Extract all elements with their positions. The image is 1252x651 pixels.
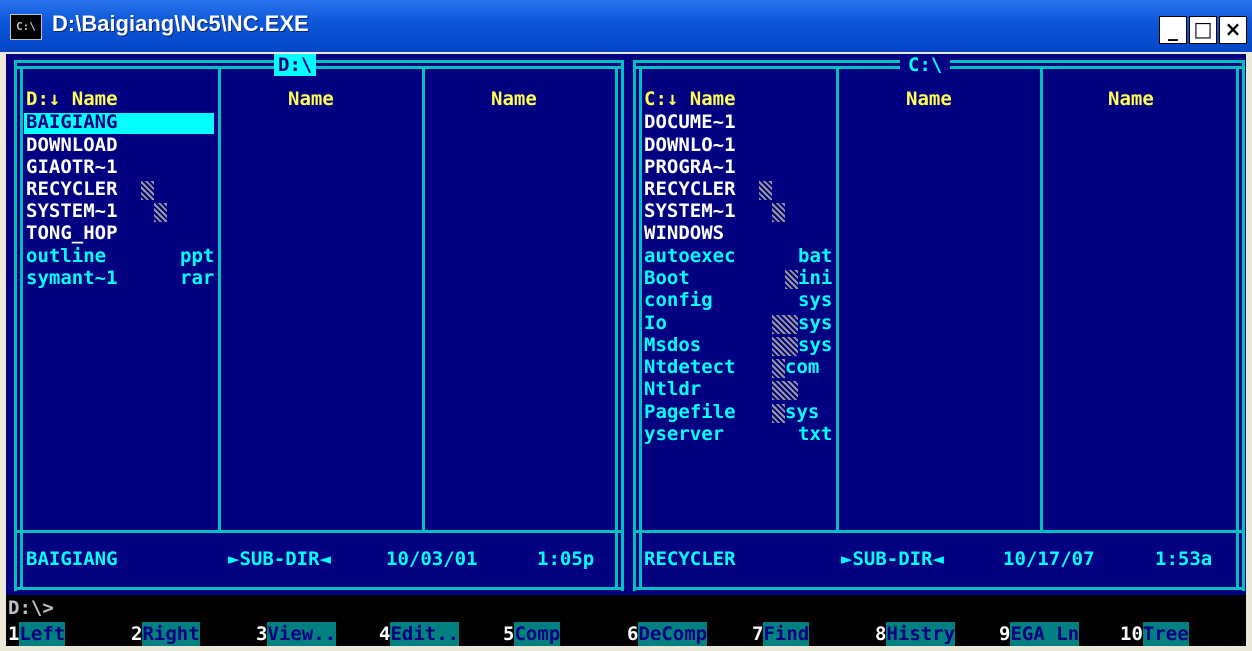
left-col2-header[interactable]: Name	[288, 88, 334, 110]
hidden-attr-marker	[772, 404, 785, 423]
fkey-history[interactable]: 8Histry	[875, 622, 956, 646]
hidden-attr-marker	[772, 203, 785, 222]
file-list-item[interactable]: Msdos	[644, 334, 701, 356]
file-list-item[interactable]: autoexec	[644, 245, 736, 267]
file-list-ext: rar	[180, 267, 215, 289]
left-status-type: ►SUB-DIR◄	[228, 548, 331, 570]
file-list-item[interactable]: RECYCLER	[26, 178, 118, 200]
file-list-ext: sys	[798, 289, 833, 311]
hidden-attr-marker	[785, 270, 798, 289]
title-bar[interactable]: C:\ D:\Baigiang\Nc5\NC.EXE _ □ ×	[0, 0, 1252, 52]
left-status-date: 10/03/01	[386, 548, 478, 570]
file-list-item[interactable]: SYSTEM~1	[644, 200, 736, 222]
fkey-decomp[interactable]: 6DeComp	[627, 622, 708, 646]
file-list-item[interactable]: Io	[644, 312, 667, 334]
hidden-attr-marker	[772, 337, 798, 356]
left-status-time: 1:05p	[537, 548, 595, 570]
file-list-item[interactable]: yserver	[644, 423, 724, 445]
file-list-item[interactable]: RECYCLER	[644, 178, 736, 200]
file-list-item[interactable]: DOWNLO~1	[644, 134, 736, 156]
file-list-item[interactable]: SYSTEM~1	[26, 200, 118, 222]
right-col3-header[interactable]: Name	[1108, 88, 1154, 110]
file-list-ext: txt	[798, 423, 833, 445]
file-list-item[interactable]: WINDOWS	[644, 222, 724, 244]
hidden-attr-marker	[154, 203, 167, 222]
file-list-item[interactable]: DOWNLOAD	[26, 134, 118, 156]
file-list-item[interactable]: Ntldr	[644, 378, 701, 400]
file-list-item[interactable]: Ntdetect	[644, 356, 736, 378]
command-prompt[interactable]: D:\>	[8, 597, 54, 619]
fkey-find[interactable]: 7Find	[752, 622, 810, 646]
file-list-item[interactable]: PROGRA~1	[644, 156, 736, 178]
right-drive-label: C:\	[900, 54, 951, 76]
file-list-item[interactable]: DOCUME~1	[644, 111, 736, 133]
file-list-ext: bat	[798, 245, 833, 267]
hidden-attr-marker	[772, 359, 785, 378]
file-list-ext: ppt	[180, 245, 215, 267]
hidden-attr-marker	[759, 181, 772, 200]
minimize-button[interactable]: _	[1159, 16, 1187, 44]
left-col1-header[interactable]: D:↓ Name	[26, 88, 118, 110]
file-list-item[interactable]: Boot	[644, 267, 690, 289]
window-title: D:\Baigiang\Nc5\NC.EXE	[52, 11, 309, 36]
left-status-name: BAIGIANG	[26, 548, 118, 570]
hidden-attr-marker	[772, 315, 798, 334]
hidden-attr-marker	[772, 381, 798, 400]
function-key-bar: 1Left 2Right 3View.. 4Edit.. 5Comp 6DeCo…	[6, 622, 1246, 646]
file-list-item[interactable]: GIAOTR~1	[26, 156, 118, 178]
file-list-ext: ini	[798, 267, 833, 289]
fkey-ega-lines[interactable]: 9EGA Ln	[999, 622, 1080, 646]
file-list-item[interactable]: config	[644, 289, 713, 311]
console-window: C:\ D:\Baigiang\Nc5\NC.EXE _ □ × D:\ D:↓…	[0, 0, 1252, 651]
fkey-comp[interactable]: 5Comp	[503, 622, 561, 646]
file-list-item[interactable]: BAIGIANG	[26, 111, 118, 133]
fkey-right[interactable]: 2Right	[131, 622, 200, 646]
file-list-ext: sys	[798, 334, 833, 356]
fkey-tree[interactable]: 10Tree	[1120, 622, 1189, 646]
right-status-time: 1:53a	[1155, 548, 1213, 570]
maximize-button[interactable]: □	[1189, 16, 1217, 44]
nc-panels-area: D:\ D:↓ Name Name Name BAIGIANG DOWNLOAD…	[6, 54, 1246, 595]
file-list-ext: sys	[798, 312, 833, 334]
close-button[interactable]: ×	[1219, 16, 1247, 44]
right-col2-header[interactable]: Name	[906, 88, 952, 110]
right-status-name: RECYCLER	[644, 548, 736, 570]
file-list-item[interactable]: outline	[26, 245, 106, 267]
file-list-item[interactable]: symant~1	[26, 267, 118, 289]
file-list-ext: com	[785, 356, 820, 378]
right-status-type: ►SUB-DIR◄	[841, 548, 944, 570]
file-list-item[interactable]: Pagefile	[644, 401, 736, 423]
fkey-left[interactable]: 1Left	[8, 622, 66, 646]
left-col3-header[interactable]: Name	[491, 88, 537, 110]
hidden-attr-marker	[141, 181, 154, 200]
right-status-date: 10/17/07	[1003, 548, 1095, 570]
file-list-ext: sys	[785, 401, 820, 423]
fkey-edit[interactable]: 4Edit..	[379, 622, 460, 646]
file-list-item[interactable]: TONG_HOP	[26, 222, 118, 244]
left-drive-label: D:\	[274, 54, 317, 76]
right-col1-header[interactable]: C:↓ Name	[644, 88, 736, 110]
fkey-view[interactable]: 3View..	[256, 622, 337, 646]
console-icon[interactable]: C:\	[10, 14, 42, 40]
